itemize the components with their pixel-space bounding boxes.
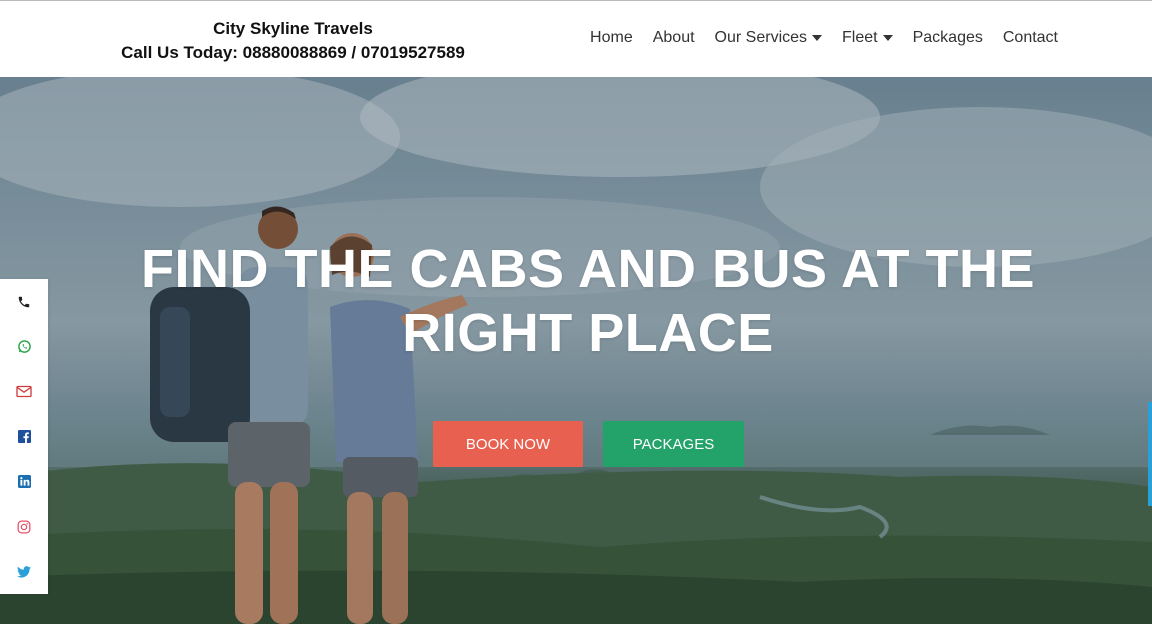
email-icon [16,385,32,398]
side-tab-handle[interactable] [1148,402,1152,506]
nav-contact[interactable]: Contact [1003,29,1058,47]
brand-block[interactable]: City Skyline Travels Call Us Today: 0888… [110,17,476,65]
brand-name: City Skyline Travels [213,19,373,38]
email-link[interactable] [0,369,48,414]
nav-about[interactable]: About [653,29,695,47]
hero-title-line-2: RIGHT PLACE [402,303,774,363]
site-header: City Skyline Travels Call Us Today: 0888… [0,0,1152,77]
whatsapp-link[interactable] [0,324,48,369]
phone-link[interactable] [0,279,48,324]
packages-button[interactable]: PACKAGES [603,421,744,467]
facebook-icon [17,430,31,443]
linkedin-link[interactable] [0,459,48,504]
nav-fleet[interactable]: Fleet [842,29,893,47]
linkedin-icon [17,475,31,488]
chevron-down-icon [882,35,893,41]
phone-icon [18,296,30,307]
hero-title: FIND THE CABS AND BUS AT THE RIGHT PLACE [96,237,1080,365]
nav-fleet-label: Fleet [842,29,878,46]
nav-our-services[interactable]: Our Services [714,29,823,47]
book-now-button[interactable]: BOOK NOW [433,421,583,467]
hero-title-line-1: FIND THE CABS AND BUS AT THE [141,239,1035,299]
instagram-icon [17,520,31,533]
brand-phone: Call Us Today: 08880088869 / 07019527589 [121,43,465,62]
social-sidebar [0,279,48,594]
nav-packages[interactable]: Packages [913,29,983,47]
facebook-link[interactable] [0,414,48,459]
twitter-link[interactable] [0,549,48,594]
whatsapp-icon [17,340,31,353]
main-nav: Home About Our Services Fleet Packages C… [570,29,1058,47]
twitter-icon [17,565,31,578]
chevron-down-icon [812,35,823,41]
nav-our-services-label: Our Services [714,29,808,46]
nav-home[interactable]: Home [590,29,633,47]
hero-section: FIND THE CABS AND BUS AT THE RIGHT PLACE… [0,77,1152,624]
instagram-link[interactable] [0,504,48,549]
